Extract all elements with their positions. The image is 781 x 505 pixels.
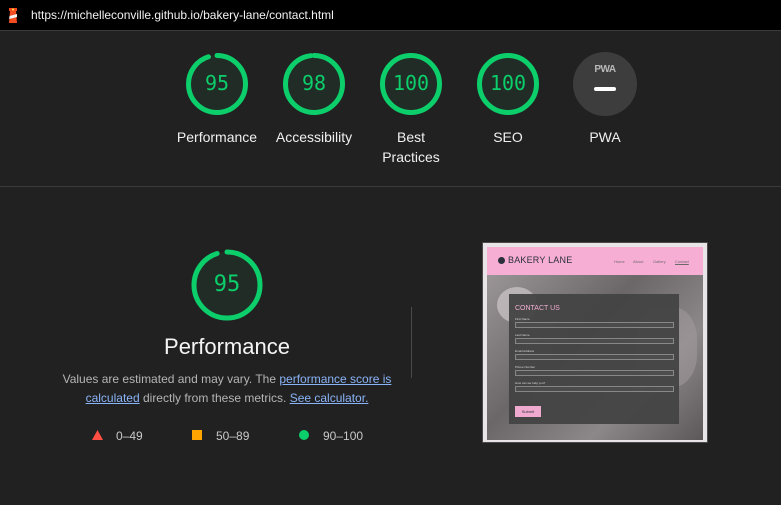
category-pwa[interactable]: PWA PWA	[555, 52, 655, 147]
accessibility-label: Accessibility	[275, 129, 353, 145]
performance-description: Values are estimated and may vary. The p…	[60, 370, 394, 408]
legend-average-range: 50–89	[216, 429, 250, 443]
url-bar: https://michelleconville.github.io/baker…	[0, 0, 781, 31]
final-screenshot[interactable]: BAKERY LANE Home About Gallery Contact C…	[482, 242, 708, 443]
field-label: Phone Number	[515, 365, 536, 369]
screenshot-header: BAKERY LANE Home About Gallery Contact	[487, 247, 703, 275]
triangle-icon	[92, 430, 103, 440]
field-label: Last Name	[515, 333, 530, 337]
square-icon	[192, 430, 202, 440]
field-label: Email Address	[515, 349, 535, 353]
category-accessibility[interactable]: 98 Accessibility	[264, 52, 364, 147]
pwa-dash-icon	[594, 87, 616, 91]
lighthouse-icon	[9, 8, 17, 23]
field-label: First Name	[515, 317, 530, 321]
submit-button: Submit	[515, 406, 541, 417]
nav-item: About	[633, 259, 644, 264]
description-text: directly from these metrics.	[139, 391, 290, 405]
circle-icon	[299, 430, 309, 440]
form-field	[515, 338, 674, 344]
seo-label: SEO	[493, 129, 523, 145]
category-performance[interactable]: 95 Performance	[167, 52, 267, 147]
contact-form-card: CONTACT US First Name Last Name Email Ad…	[509, 294, 679, 424]
contact-form-title: CONTACT US	[515, 305, 560, 312]
category-seo[interactable]: 100 SEO	[458, 52, 558, 147]
legend-pass-range: 90–100	[323, 429, 364, 443]
bakery-brand: BAKERY LANE	[508, 255, 573, 265]
performance-label: Performance	[176, 129, 258, 145]
pwa-badge-icon: PWA	[573, 52, 637, 116]
nav-item: Contact	[675, 259, 689, 264]
form-field	[515, 322, 674, 328]
nav-item: Home	[614, 259, 625, 264]
seo-score: 100	[489, 71, 527, 95]
performance-big-score: 95	[213, 272, 241, 297]
screenshot-viewport: BAKERY LANE Home About Gallery Contact C…	[487, 247, 703, 440]
form-field	[515, 370, 674, 376]
legend-fail-range: 0–49	[116, 429, 143, 443]
bakery-logo-icon	[498, 257, 505, 264]
accessibility-score: 98	[301, 71, 327, 95]
form-field	[515, 354, 674, 360]
category-best-practices[interactable]: 100 Best Practices	[361, 52, 461, 167]
pwa-label: PWA	[589, 129, 621, 145]
description-text: Values are estimated and may vary. The	[62, 372, 280, 386]
page-url[interactable]: https://michelleconville.github.io/baker…	[31, 8, 334, 22]
best-practices-score: 100	[392, 71, 430, 95]
field-label: How can we help you?	[515, 381, 546, 385]
best-practices-label: Best Practices	[382, 129, 440, 165]
nav-item: Gallery	[653, 259, 666, 264]
pwa-badge-text: PWA	[594, 64, 616, 75]
form-field	[515, 386, 674, 392]
performance-score: 95	[204, 71, 230, 95]
see-calculator-link[interactable]: See calculator.	[290, 391, 369, 405]
section-divider	[0, 186, 781, 187]
performance-title: Performance	[164, 334, 290, 359]
vertical-divider	[411, 307, 412, 378]
